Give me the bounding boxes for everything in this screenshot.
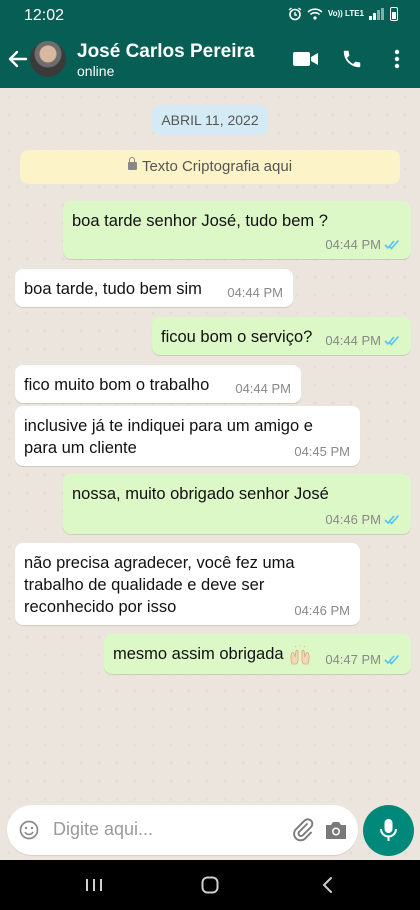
status-icons: Vo)) LTE1 [288, 7, 398, 21]
message-bubble-incoming[interactable]: não precisa agradecer, você fez uma trab… [15, 543, 360, 625]
emoji-icon[interactable] [19, 820, 39, 840]
message-text: boa tarde, tudo bem sim [24, 280, 202, 298]
message-bubble-outgoing[interactable]: nossa, muito obrigado senhor José 04:46 … [63, 474, 411, 534]
back-arrow-icon[interactable] [8, 48, 28, 70]
message-bubble-outgoing[interactable]: mesmo assim obrigada 04:47 PM [104, 634, 411, 674]
home-icon[interactable] [201, 876, 219, 894]
message-time: 04:46 PM [294, 603, 350, 618]
message-bubble-outgoing[interactable]: boa tarde senhor José, tudo bem ? 04:44 … [63, 201, 411, 259]
battery-icon [390, 7, 398, 21]
status-bar: 12:02 Vo)) LTE1 [0, 0, 420, 32]
status-time: 12:02 [24, 7, 65, 24]
camera-icon[interactable] [324, 820, 348, 840]
more-options-icon[interactable] [392, 48, 402, 70]
message-composer: Digite aqui... [7, 805, 358, 855]
message-text: fico muito bom o trabalho [24, 376, 210, 394]
recent-apps-icon[interactable] [85, 878, 103, 892]
message-time: 04:46 PM [325, 512, 381, 527]
system-nav-bar [0, 860, 420, 910]
contact-name[interactable]: José Carlos Pereira [77, 41, 254, 63]
raising-hands-emoji-icon [290, 644, 310, 665]
contact-status: online [77, 63, 115, 79]
message-input[interactable]: Digite aqui... [53, 819, 153, 840]
attachment-icon[interactable] [291, 818, 315, 842]
message-time: 04:44 PM [325, 333, 381, 348]
contact-avatar[interactable] [30, 41, 66, 77]
message-text: mesmo assim obrigada [113, 645, 284, 663]
message-time: 04:44 PM [227, 285, 283, 300]
mic-button[interactable] [363, 805, 414, 856]
chat-area[interactable]: ABRIL 11, 2022 Texto Criptografia aqui b… [0, 88, 420, 860]
message-text: ficou bom o serviço? [161, 328, 313, 346]
message-bubble-incoming[interactable]: inclusive já te indiquei para um amigo e… [15, 406, 360, 466]
lock-icon [127, 157, 137, 170]
encryption-notice[interactable]: Texto Criptografia aqui [20, 150, 400, 184]
message-content: mesmo assim obrigada [113, 643, 312, 665]
video-call-icon[interactable] [293, 50, 319, 68]
message-bubble-incoming[interactable]: boa tarde, tudo bem sim 04:44 PM [15, 269, 293, 307]
message-text: nossa, muito obrigado senhor José [72, 485, 329, 503]
message-time: 04:47 PM [325, 652, 381, 667]
message-bubble-incoming[interactable]: fico muito bom o trabalho 04:44 PM [15, 365, 301, 403]
read-ticks-icon [384, 654, 400, 665]
nav-back-icon[interactable] [321, 876, 333, 894]
signal-icon [369, 8, 385, 20]
message-time: 04:45 PM [294, 444, 350, 459]
chat-header: José Carlos Pereira online [0, 32, 420, 88]
alarm-icon [288, 7, 302, 21]
message-time: 04:44 PM [235, 381, 291, 396]
network-label: Vo)) LTE1 [327, 9, 364, 18]
phone-call-icon[interactable] [340, 48, 364, 70]
wifi-icon [307, 8, 323, 20]
message-text: não precisa agradecer, você fez uma trab… [24, 554, 295, 616]
read-ticks-icon [384, 239, 400, 250]
read-ticks-icon [384, 335, 400, 346]
date-chip: ABRIL 11, 2022 [152, 105, 268, 135]
message-bubble-outgoing[interactable]: ficou bom o serviço? 04:44 PM [152, 317, 411, 355]
encryption-text: Texto Criptografia aqui [141, 158, 293, 175]
read-ticks-icon [384, 514, 400, 525]
message-time: 04:44 PM [325, 237, 381, 252]
message-text: boa tarde senhor José, tudo bem ? [72, 212, 328, 230]
microphone-icon [380, 819, 397, 841]
